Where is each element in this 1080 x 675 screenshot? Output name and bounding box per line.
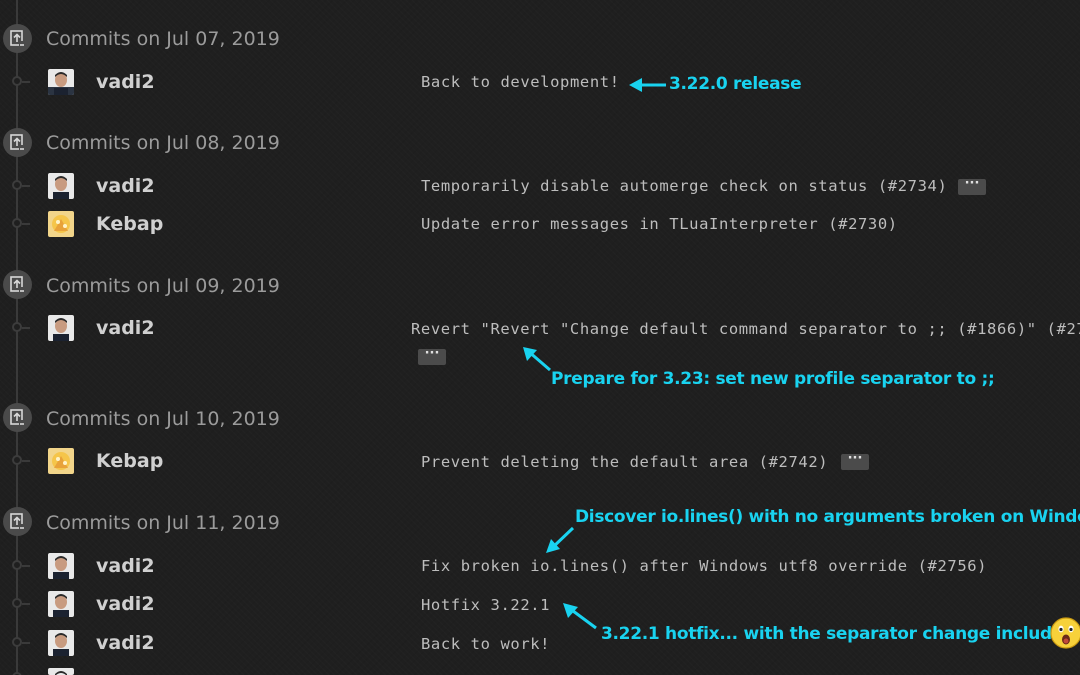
commit-author[interactable]: vadi2 xyxy=(96,555,155,577)
commit-tick xyxy=(22,460,30,462)
annotation-hotfix: 3.22.1 hotfix... with the separator chan… xyxy=(601,624,1076,644)
commit-author[interactable]: vadi2 xyxy=(96,71,155,93)
commit-group-icon xyxy=(3,270,32,299)
commit-tick xyxy=(22,603,30,605)
annotation-release: 3.22.0 release xyxy=(669,74,802,94)
down-left-arrow-icon xyxy=(546,526,575,553)
left-arrow-icon xyxy=(629,78,666,92)
timeline-line xyxy=(16,0,18,675)
commit-group-icon xyxy=(3,403,32,432)
commit-author[interactable]: vadi2 xyxy=(96,317,155,339)
commit-tick xyxy=(22,642,30,644)
vadi2-avatar[interactable] xyxy=(48,69,74,95)
commit-dot xyxy=(12,598,22,608)
group-title: Commits on Jul 08, 2019 xyxy=(46,132,280,154)
kebap-avatar[interactable] xyxy=(48,448,74,474)
commit-tick xyxy=(22,565,30,567)
commit-dot xyxy=(12,218,22,228)
group-title: Commits on Jul 10, 2019 xyxy=(46,408,280,430)
expand-message-button[interactable]: ··· xyxy=(418,347,446,365)
commit-message[interactable]: Temporarily disable automerge check on s… xyxy=(421,177,947,195)
expand-message-button[interactable]: ··· xyxy=(958,177,986,195)
vadi2-avatar[interactable] xyxy=(48,668,74,675)
commit-message[interactable]: Hotfix 3.22.1 xyxy=(421,596,550,614)
commit-dot xyxy=(12,76,22,86)
group-title: Commits on Jul 11, 2019 xyxy=(46,512,280,534)
commit-tick xyxy=(22,185,30,187)
annotation-io-lines: Discover io.lines() with no arguments br… xyxy=(575,507,1080,527)
vadi2-avatar[interactable] xyxy=(48,315,74,341)
commit-dot xyxy=(12,180,22,190)
vadi2-avatar[interactable] xyxy=(48,630,74,656)
vadi2-avatar[interactable] xyxy=(48,591,74,617)
up-left-arrow-icon xyxy=(523,347,551,372)
commit-author[interactable]: vadi2 xyxy=(96,593,155,615)
commit-dot xyxy=(12,560,22,570)
commit-dot xyxy=(12,455,22,465)
vadi2-avatar[interactable] xyxy=(48,173,74,199)
commit-tick xyxy=(22,327,30,329)
commit-author[interactable]: Kebap xyxy=(96,213,163,235)
commit-message[interactable]: Fix broken io.lines() after Windows utf8… xyxy=(421,557,987,575)
expand-message-button[interactable]: ··· xyxy=(841,452,869,470)
commit-author[interactable]: Kebap xyxy=(96,450,163,472)
group-title: Commits on Jul 09, 2019 xyxy=(46,275,280,297)
commit-message[interactable]: Revert "Revert "Change default command s… xyxy=(411,320,1080,338)
vadi2-avatar[interactable] xyxy=(48,553,74,579)
up-left-arrow-icon xyxy=(563,603,597,630)
commit-message[interactable]: Back to development! xyxy=(421,73,620,91)
surprised-face-icon xyxy=(1050,617,1080,649)
commit-tick xyxy=(22,81,30,83)
commit-message[interactable]: Update error messages in TLuaInterpreter… xyxy=(421,215,898,233)
commit-dot xyxy=(12,322,22,332)
commit-group-icon xyxy=(3,507,32,536)
commit-dot xyxy=(12,637,22,647)
commit-author[interactable]: vadi2 xyxy=(96,632,155,654)
commit-group-icon xyxy=(3,128,32,157)
commit-group-icon xyxy=(3,24,32,53)
commit-tick xyxy=(22,223,30,225)
annotation-separator: Prepare for 3.23: set new profile separa… xyxy=(551,369,995,389)
group-title: Commits on Jul 07, 2019 xyxy=(46,28,280,50)
commit-message[interactable]: Prevent deleting the default area (#2742… xyxy=(421,453,828,471)
kebap-avatar[interactable] xyxy=(48,211,74,237)
commit-message[interactable]: Back to work! xyxy=(421,635,550,653)
commit-author[interactable]: vadi2 xyxy=(96,175,155,197)
